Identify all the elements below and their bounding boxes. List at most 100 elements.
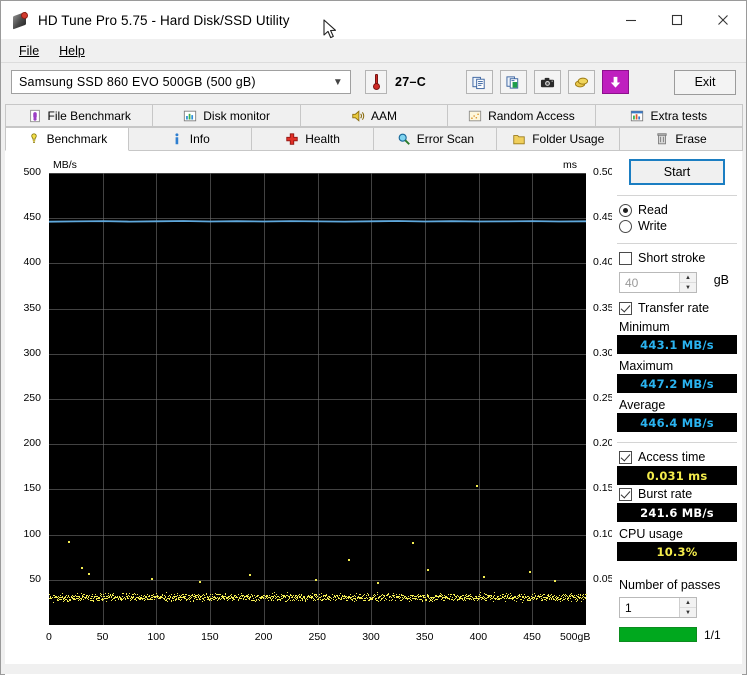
short-stroke-spinner-arrows[interactable]: ▲ ▼: [678, 273, 696, 292]
radio-read[interactable]: Read: [618, 203, 737, 217]
close-icon[interactable]: [700, 1, 746, 39]
tab-file-benchmark[interactable]: File Benchmark: [5, 104, 154, 127]
spinner-down-icon[interactable]: ▼: [679, 608, 696, 617]
y2-axis-tick-label: 0.10: [593, 527, 614, 540]
spinner-down-icon[interactable]: ▼: [679, 283, 696, 292]
options-panel: Start Read Write Short stroke 40 ▲ ▼ gB …: [611, 151, 742, 675]
y-axis-tick-label: 500: [23, 166, 41, 178]
tab-benchmark-label: Benchmark: [46, 132, 108, 146]
tab-info[interactable]: Info: [127, 127, 252, 151]
tab-bar: File Benchmark Disk monitor AAM Random A…: [1, 101, 746, 151]
tab-row-bottom: Benchmark Info Health Error Scan Folder …: [5, 127, 743, 151]
tab-file-benchmark-label: File Benchmark: [47, 108, 131, 123]
coins-icon[interactable]: [568, 70, 596, 94]
maximum-label: Maximum: [618, 359, 674, 373]
checkbox-burst-rate[interactable]: Burst rate: [618, 487, 737, 501]
y2-axis-tick-label: 0.25: [593, 392, 614, 404]
y-axis-tick-label: 150: [23, 482, 41, 495]
radio-write[interactable]: Write: [618, 219, 737, 233]
y-axis-tick-label: 50: [29, 572, 41, 585]
cpu-usage-label: CPU usage: [618, 527, 683, 541]
passes-spinner-arrows[interactable]: ▲ ▼: [678, 598, 696, 617]
checkbox-transfer-rate[interactable]: Transfer rate: [618, 301, 737, 315]
checkbox-access-time[interactable]: Access time: [618, 450, 737, 464]
passes-stepper[interactable]: 1 ▲ ▼: [618, 597, 697, 618]
tab-error-scan-label: Error Scan: [416, 132, 475, 146]
health-cross-icon: [286, 133, 298, 145]
x-axis-tick-label: 50: [96, 631, 109, 643]
export-excel-icon[interactable]: [500, 70, 528, 94]
camera-icon[interactable]: [534, 70, 562, 94]
tab-erase[interactable]: Erase: [619, 127, 743, 151]
x-axis-tick-label: 100: [147, 631, 165, 643]
start-button[interactable]: Start: [628, 159, 725, 185]
x-axis-tick-label: 350: [415, 631, 434, 643]
spinner-up-icon[interactable]: ▲: [679, 273, 696, 283]
tab-disk-monitor[interactable]: Disk monitor: [152, 104, 301, 127]
y2-axis-tick-label: 0.40: [593, 256, 614, 269]
spinner-up-icon[interactable]: ▲: [679, 598, 696, 608]
access-time-readout: 0.031 ms: [616, 466, 737, 485]
magnifier-icon: [398, 133, 410, 145]
tab-health[interactable]: Health: [250, 127, 375, 151]
exit-button-label: Exit: [694, 75, 716, 89]
drive-select[interactable]: Samsung SSD 860 EVO 500GB (500 gB) ▼: [11, 70, 351, 94]
burst-rate-label: Burst rate: [637, 487, 693, 501]
access-time-checkbox-icon: [618, 450, 632, 464]
copy-icon[interactable]: [466, 70, 494, 94]
radio-write-label: Write: [637, 219, 667, 233]
transfer-rate-line: [49, 220, 586, 223]
x-axis-tick-label: 150: [201, 631, 219, 643]
content-area: MB/s ms 50 100 150 200 250 300 350 400 450 500 0.…: [5, 150, 742, 675]
x-axis-tick-label: 250: [308, 631, 327, 643]
minimize-icon[interactable]: [608, 1, 654, 39]
minimum-readout: 443.1 MB/s: [616, 335, 737, 354]
menu-item-help[interactable]: Help: [49, 42, 95, 60]
average-readout: 446.4 MB/s: [616, 413, 737, 432]
tab-folder-usage-label: Folder Usage: [532, 132, 605, 146]
y-axis-tick-label: 450: [23, 211, 41, 224]
random-access-icon: [468, 110, 482, 121]
divider: [616, 442, 737, 443]
maximize-icon[interactable]: [654, 1, 700, 39]
tab-extra-tests[interactable]: Extra tests: [594, 104, 744, 127]
menu-bar: File Help: [1, 39, 746, 63]
divider: [616, 243, 737, 244]
trash-icon: [657, 133, 668, 145]
download-arrow-icon[interactable]: [602, 70, 630, 94]
tab-erase-label: Erase: [675, 132, 707, 146]
tab-random-access[interactable]: Random Access: [447, 104, 596, 127]
y2-axis-tick-label: 0.30: [593, 346, 614, 359]
radio-write-icon: [618, 219, 632, 233]
transfer-rate-checkbox-icon: [618, 301, 632, 315]
menu-help-label: Help: [59, 43, 85, 58]
menu-item-file[interactable]: File: [9, 42, 49, 60]
menu-file-label: File: [19, 43, 40, 58]
tab-aam[interactable]: AAM: [299, 104, 449, 127]
progress-count: 1/1: [703, 627, 721, 642]
tab-random-access-label: Random Access: [488, 108, 575, 123]
x-axis-tick-label: 0: [46, 631, 52, 643]
short-stroke-value: 40: [624, 275, 639, 290]
checkbox-short-stroke[interactable]: Short stroke: [618, 251, 737, 265]
progress-row: 1/1: [618, 627, 737, 642]
short-stroke-stepper[interactable]: 40 ▲ ▼: [618, 272, 697, 293]
y-axis-tick-label: 100: [23, 527, 41, 540]
tab-health-label: Health: [305, 132, 340, 146]
tab-error-scan[interactable]: Error Scan: [373, 127, 498, 151]
exit-button[interactable]: Exit: [674, 69, 736, 95]
tab-aam-label: AAM: [371, 108, 398, 123]
benchmark-chart: MB/s ms 50 100 150 200 250 300 350 400 450 500 0.…: [5, 151, 614, 675]
title-bar: HD Tune Pro 5.75 - Hard Disk/SSD Utility: [1, 1, 746, 39]
tab-info-label: Info: [189, 132, 210, 146]
tab-folder-usage[interactable]: Folder Usage: [496, 127, 621, 151]
toolbar-buttons: [466, 70, 630, 94]
chart-plot-area: [49, 173, 587, 625]
temperature-button[interactable]: [365, 70, 387, 94]
x-axis-tick-label: 200: [254, 631, 273, 643]
radio-read-label: Read: [637, 203, 668, 217]
drive-select-value: Samsung SSD 860 EVO 500GB (500 gB): [19, 75, 256, 89]
thermometer-icon: [372, 74, 380, 90]
hdtune-logo-icon: [12, 11, 30, 30]
tab-benchmark[interactable]: Benchmark: [5, 127, 129, 151]
